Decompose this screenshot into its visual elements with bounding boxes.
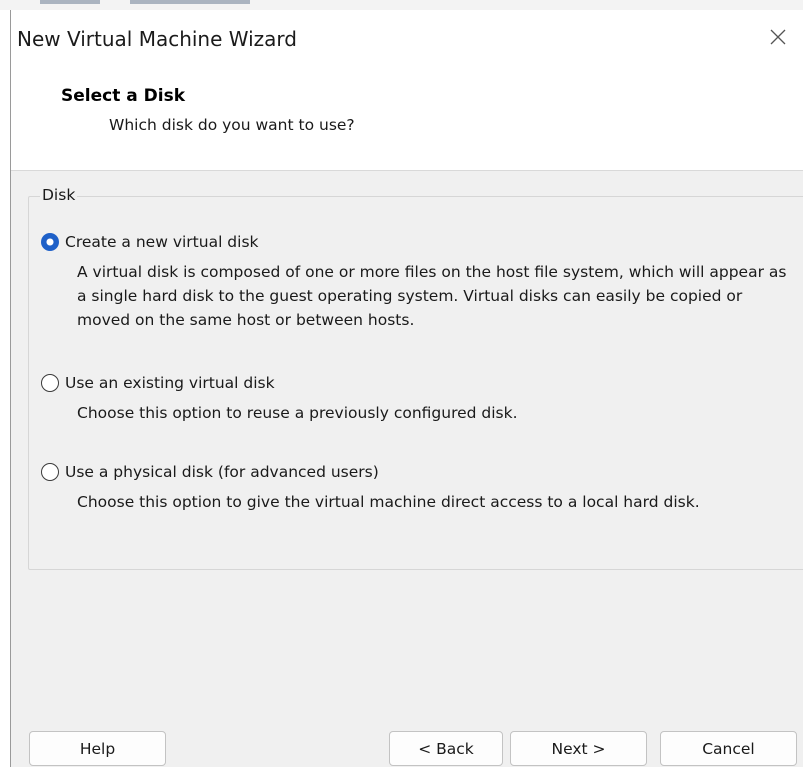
cancel-button[interactable]: Cancel bbox=[660, 731, 797, 766]
option-existing-disk: Use an existing virtual disk Choose this… bbox=[41, 371, 797, 425]
close-button[interactable] bbox=[753, 14, 803, 60]
radio-new-disk[interactable]: Create a new virtual disk bbox=[41, 230, 797, 254]
option-description: Choose this option to give the virtual m… bbox=[77, 493, 700, 511]
radio-label[interactable]: Use a physical disk (for advanced users) bbox=[65, 463, 379, 481]
background-fragment bbox=[130, 0, 250, 4]
background-window-strip bbox=[0, 0, 803, 10]
option-physical-disk: Use a physical disk (for advanced users)… bbox=[41, 460, 797, 514]
radio-label[interactable]: Create a new virtual disk bbox=[65, 233, 259, 251]
page-title: Select a Disk bbox=[61, 86, 186, 106]
next-button[interactable]: Next > bbox=[510, 731, 647, 766]
title-bar: New Virtual Machine Wizard bbox=[11, 10, 803, 65]
radio-checked-icon[interactable] bbox=[41, 233, 59, 251]
groupbox-legend: Disk bbox=[40, 186, 78, 204]
option-new-disk: Create a new virtual disk A virtual disk… bbox=[41, 230, 797, 332]
radio-physical-disk[interactable]: Use a physical disk (for advanced users) bbox=[41, 460, 797, 484]
radio-label[interactable]: Use an existing virtual disk bbox=[65, 374, 275, 392]
window-title: New Virtual Machine Wizard bbox=[17, 27, 297, 51]
page-subtitle: Which disk do you want to use? bbox=[109, 116, 355, 134]
back-button[interactable]: < Back bbox=[389, 731, 503, 766]
radio-existing-disk[interactable]: Use an existing virtual disk bbox=[41, 371, 797, 395]
wizard-header: Select a Disk Which disk do you want to … bbox=[11, 65, 803, 171]
background-fragment bbox=[40, 0, 100, 4]
close-icon bbox=[770, 29, 786, 45]
radio-unchecked-icon[interactable] bbox=[41, 463, 59, 481]
help-button[interactable]: Help bbox=[29, 731, 166, 766]
wizard-dialog: New Virtual Machine Wizard Select a Disk… bbox=[10, 10, 803, 767]
option-description: Choose this option to reuse a previously… bbox=[77, 404, 518, 422]
radio-unchecked-icon[interactable] bbox=[41, 374, 59, 392]
option-description: A virtual disk is composed of one or mor… bbox=[77, 263, 787, 329]
